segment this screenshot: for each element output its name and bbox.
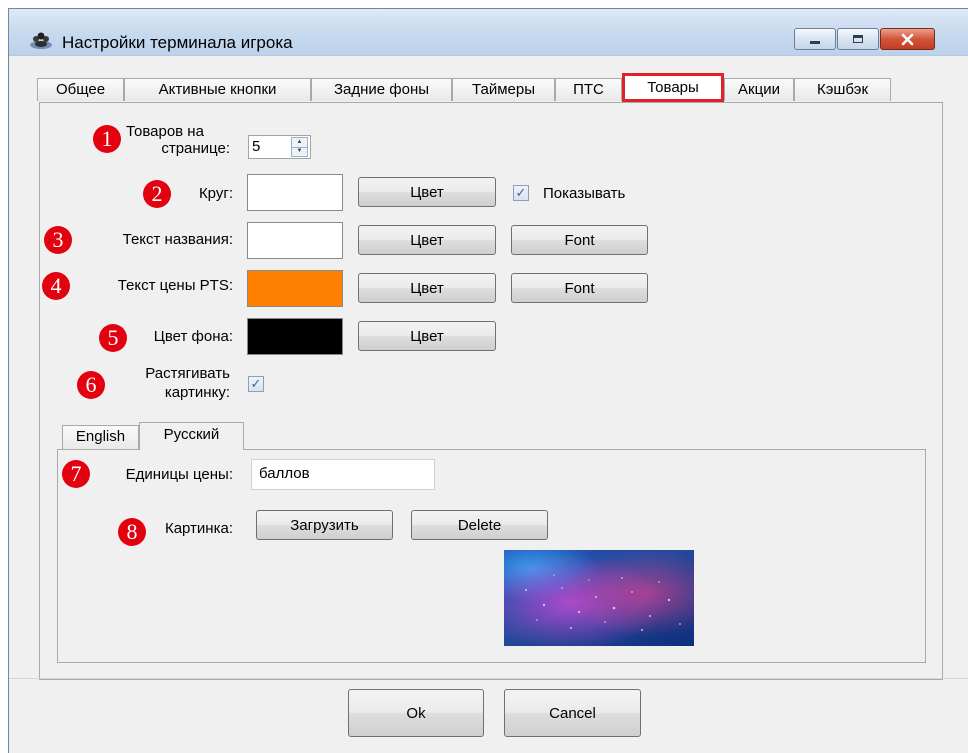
maximize-icon [853, 35, 863, 43]
window-title: Настройки терминала игрока [62, 33, 293, 52]
tab-cashback[interactable]: Кэшбэк [794, 78, 891, 101]
tab-promotions[interactable]: Акции [724, 78, 794, 101]
marker-6: 6 [77, 371, 105, 399]
tab-english[interactable]: English [62, 425, 139, 449]
picture-preview [504, 550, 694, 646]
close-icon [901, 33, 914, 45]
title-bar: Настройки терминала игрока [9, 9, 968, 56]
circle-color-button[interactable]: Цвет [358, 177, 496, 207]
marker-1: 1 [93, 125, 121, 153]
tab-general[interactable]: Общее [37, 78, 124, 101]
circle-label: Круг: [198, 185, 233, 202]
items-per-page-stepper[interactable]: 5 ▲ ▼ [248, 135, 311, 159]
stretch-image-label-line1: Растягивать [145, 365, 230, 382]
minimize-button[interactable] [794, 28, 836, 50]
cancel-button[interactable]: Cancel [504, 689, 641, 737]
items-per-page-label-line1: Товаров на [126, 123, 204, 140]
delete-picture-button[interactable]: Delete [411, 510, 548, 540]
items-per-page-label-line2: странице: [161, 140, 230, 157]
maximize-button[interactable] [837, 28, 879, 50]
marker-8: 8 [118, 518, 146, 546]
name-text-color-swatch [247, 222, 343, 259]
footer-separator [9, 678, 968, 679]
players-icon [29, 31, 53, 49]
tab-timers[interactable]: Таймеры [452, 78, 555, 101]
items-per-page-value: 5 [252, 138, 261, 155]
name-text-label: Текст названия: [122, 231, 233, 248]
price-text-font-button[interactable]: Font [511, 273, 648, 303]
circle-show-checkbox[interactable]: ✓ [513, 185, 529, 201]
stepper-down-icon[interactable]: ▼ [292, 147, 307, 156]
minimize-icon [810, 41, 820, 44]
background-color-label: Цвет фона: [153, 328, 233, 345]
load-picture-button[interactable]: Загрузить [256, 510, 393, 540]
close-button[interactable] [880, 28, 935, 50]
name-text-color-button[interactable]: Цвет [358, 225, 496, 255]
background-color-swatch [247, 318, 343, 355]
background-color-button[interactable]: Цвет [358, 321, 496, 351]
tab-active-buttons[interactable]: Активные кнопки [124, 78, 311, 101]
stretch-image-checkbox[interactable]: ✓ [248, 376, 264, 392]
price-text-color-button[interactable]: Цвет [358, 273, 496, 303]
russian-panel: 7 Единицы цены: баллов 8 Картинка: Загру… [57, 449, 926, 663]
settings-window: Настройки терминала игрока Общее Активны… [8, 8, 968, 753]
goods-panel: 1 Товаров на странице: 5 ▲ ▼ 2 Круг: Цве… [39, 102, 943, 680]
tab-russian[interactable]: Русский [139, 422, 244, 450]
marker-4: 4 [42, 272, 70, 300]
items-per-page-label: Товаров на странице: [120, 123, 230, 157]
marker-7: 7 [62, 460, 90, 488]
circle-color-swatch [247, 174, 343, 211]
stretch-image-label-line2: картинку: [164, 384, 230, 401]
name-text-font-button[interactable]: Font [511, 225, 648, 255]
price-text-label: Текст цены PTS: [117, 277, 233, 294]
tab-pts[interactable]: ПТС [555, 78, 622, 101]
tab-goods[interactable]: Товары [622, 73, 724, 102]
price-units-input[interactable]: баллов [251, 459, 435, 490]
tab-backgrounds[interactable]: Задние фоны [311, 78, 452, 101]
picture-label: Картинка: [164, 520, 233, 537]
ok-button[interactable]: Ok [348, 689, 484, 737]
price-text-color-swatch [247, 270, 343, 307]
marker-3: 3 [44, 226, 72, 254]
price-units-label: Единицы цены: [125, 466, 233, 483]
stepper-buttons: ▲ ▼ [291, 137, 308, 157]
stretch-image-label: Растягивать картинку: [110, 364, 230, 402]
circle-show-label: Показывать [543, 185, 626, 202]
